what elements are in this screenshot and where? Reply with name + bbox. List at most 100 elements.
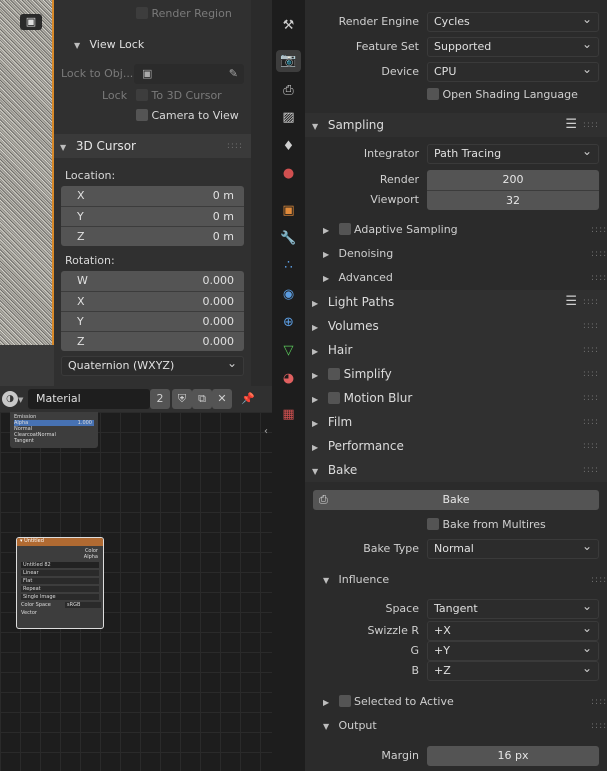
section-checkbox[interactable]	[327, 392, 340, 404]
rot-field[interactable]: Z 0.000	[61, 331, 244, 351]
material-name-field[interactable]: Material	[28, 389, 150, 409]
drag-handle-icon[interactable]: ::::	[591, 244, 607, 264]
chevron-down-icon[interactable]: ▼	[18, 396, 23, 404]
integrator-dropdown[interactable]: Path Tracing	[427, 142, 599, 164]
render-samples-field[interactable]: 200	[427, 170, 599, 190]
output-subpanel[interactable]: ▼ Output::::	[323, 716, 606, 736]
advanced-subpanel[interactable]: ▶ Advanced::::	[323, 268, 606, 288]
section-header[interactable]: ▶ Motion Blur::::	[305, 386, 607, 410]
adaptive-sampling-subpanel[interactable]: ▶ Adaptive Sampling::::	[323, 220, 606, 240]
fake-user-shield-icon[interactable]: ⛨	[172, 389, 192, 409]
user-count-button[interactable]: 2	[150, 389, 170, 409]
section-header[interactable]: ▶ Simplify::::	[305, 362, 607, 386]
particles-icon[interactable]: ∴	[276, 255, 301, 277]
eyedropper-icon[interactable]: ✎	[229, 64, 238, 84]
camera-icon[interactable]: ▣	[20, 14, 42, 30]
constraints-icon[interactable]: ⊕	[276, 312, 301, 334]
section-header[interactable]: ▶ Volumes::::	[305, 314, 607, 338]
section-header[interactable]: ▶ Hair::::	[305, 338, 607, 362]
color-space-row[interactable]: Color Space sRGB	[21, 602, 101, 608]
shader-node-sockets[interactable]: Emission Alpha 1.000 Normal ClearcoatNorm…	[10, 412, 98, 448]
loc-field[interactable]: Y 0 m	[61, 206, 244, 226]
margin-field[interactable]: 16 px	[427, 746, 599, 766]
image-texture-node[interactable]: ▾ Untitled Color Alpha Untitled 82 Linea…	[16, 537, 104, 629]
rot-field[interactable]: X 0.000	[61, 291, 244, 311]
section-header[interactable]: ▶ Light Paths ☰::::	[305, 290, 607, 314]
view-lock-subpanel[interactable]: ▼ View Lock	[74, 38, 144, 51]
render-properties-icon[interactable]: 📷	[276, 50, 301, 72]
bake-button[interactable]: ⎙ Bake	[313, 490, 599, 510]
texture-checker-icon[interactable]: ▦	[276, 404, 301, 426]
unlink-close-icon[interactable]: ✕	[212, 389, 232, 409]
rotation-mode-dropdown[interactable]: Quaternion (WXYZ)	[61, 354, 244, 376]
drag-handle-icon[interactable]: ::::	[591, 268, 607, 288]
section-header[interactable]: ▶ Performance::::	[305, 434, 607, 458]
render-region-option[interactable]: Render Region	[136, 7, 232, 20]
projection-dropdown[interactable]: Flat	[21, 578, 99, 584]
space-dropdown[interactable]: Tangent	[427, 597, 599, 619]
rot-field[interactable]: W 0.000	[61, 271, 244, 291]
bake-panel-header[interactable]: ▼ Bake::::	[305, 458, 607, 482]
adaptive-sampling-checkbox[interactable]	[338, 223, 351, 235]
drag-handle-icon[interactable]: ::::	[583, 386, 599, 410]
drag-handle-icon[interactable]: ::::	[591, 692, 607, 712]
drag-handle-icon[interactable]: ::::	[591, 570, 607, 590]
drag-handle-icon[interactable]: ::::	[583, 338, 599, 362]
chevron-left-icon[interactable]: ‹	[264, 426, 268, 437]
drag-handle-icon[interactable]: ::::	[591, 716, 607, 736]
swizzle-r-dropdown[interactable]: +X	[427, 619, 599, 641]
to-3d-cursor-checkbox[interactable]	[136, 89, 148, 101]
extension-dropdown[interactable]: Repeat	[21, 586, 99, 592]
render-engine-dropdown[interactable]: Cycles	[427, 10, 599, 32]
pin-icon[interactable]: 📌	[238, 389, 258, 409]
drag-handle-icon[interactable]: ::::	[583, 458, 599, 482]
section-checkbox[interactable]	[327, 368, 340, 380]
influence-subpanel[interactable]: ▼ Influence::::	[323, 570, 606, 590]
image-node-header[interactable]: ▾ Untitled	[17, 538, 103, 546]
source-dropdown[interactable]: Single Image	[21, 594, 99, 600]
presets-list-icon[interactable]: ☰	[565, 113, 577, 137]
drag-handle-icon[interactable]: ::::	[227, 134, 243, 158]
drag-handle-icon[interactable]: ::::	[583, 362, 599, 386]
osl-option[interactable]: Open Shading Language	[427, 88, 578, 101]
camera-to-view-option[interactable]: Camera to View	[136, 109, 239, 122]
object-icon[interactable]: ▣	[276, 200, 301, 222]
render-region-checkbox[interactable]	[136, 7, 148, 19]
image-selector[interactable]: Untitled 82	[21, 562, 99, 568]
drag-handle-icon[interactable]: ::::	[591, 220, 607, 240]
viewport-samples-field[interactable]: 32	[427, 190, 599, 210]
material-sphere-icon[interactable]: ◑	[2, 391, 18, 407]
bake-from-multires-option[interactable]: Bake from Multires	[427, 518, 546, 531]
osl-checkbox[interactable]	[427, 88, 439, 100]
loc-field[interactable]: Z 0 m	[61, 226, 244, 246]
modifiers-wrench-icon[interactable]: 🔧	[276, 228, 301, 250]
device-dropdown[interactable]: CPU	[427, 60, 599, 82]
node-editor-canvas[interactable]: Emission Alpha 1.000 Normal ClearcoatNorm…	[0, 412, 272, 771]
loc-field[interactable]: X 0 m	[61, 186, 244, 206]
sampling-panel-header[interactable]: ▼ Sampling ☰::::	[305, 113, 607, 137]
to-3d-cursor-option[interactable]: To 3D Cursor	[136, 89, 222, 102]
swizzle-b-dropdown[interactable]: +Z	[427, 659, 599, 681]
world-icon[interactable]: ●	[276, 163, 301, 185]
drag-handle-icon[interactable]: ::::	[583, 113, 599, 137]
drag-handle-icon[interactable]: ::::	[583, 290, 599, 314]
selected-to-active-subpanel[interactable]: ▶ Selected to Active::::	[323, 692, 606, 712]
duplicate-material-icon[interactable]: ⧉	[192, 389, 212, 409]
physics-icon[interactable]: ◉	[276, 284, 301, 306]
drag-handle-icon[interactable]: ::::	[583, 410, 599, 434]
material-icon[interactable]: ◕	[276, 368, 301, 390]
lock-object-field[interactable]: ▣ ✎	[134, 64, 244, 84]
drag-handle-icon[interactable]: ::::	[583, 314, 599, 338]
selected-to-active-checkbox[interactable]	[338, 695, 351, 707]
feature-set-dropdown[interactable]: Supported	[427, 35, 599, 57]
view-layer-icon[interactable]: ▨	[276, 107, 301, 129]
3d-cursor-panel-header[interactable]: ▼ 3D Cursor::::	[54, 134, 251, 158]
denoising-subpanel[interactable]: ▶ Denoising::::	[323, 244, 606, 264]
output-printer-icon[interactable]: ⎙	[276, 80, 301, 102]
scene-icon[interactable]: ♦	[276, 136, 301, 158]
interpolation-dropdown[interactable]: Linear	[21, 570, 99, 576]
drag-handle-icon[interactable]: ::::	[583, 434, 599, 458]
bake-type-dropdown[interactable]: Normal	[427, 537, 599, 559]
swizzle-g-dropdown[interactable]: +Y	[427, 639, 599, 661]
bake-from-multires-checkbox[interactable]	[427, 518, 439, 530]
